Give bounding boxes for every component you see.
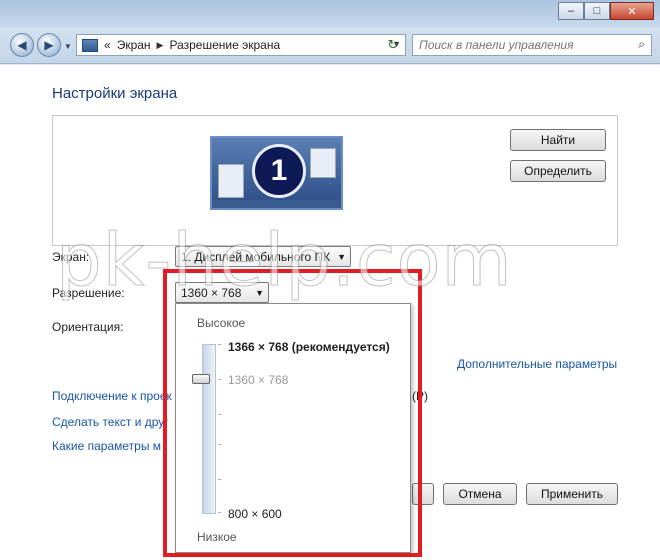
- display-preview: 1 Найти Определить: [52, 115, 618, 246]
- cancel-button[interactable]: Отмена: [443, 483, 517, 505]
- find-button[interactable]: Найти: [510, 129, 606, 151]
- display-settings-help-link[interactable]: Какие параметры м: [52, 439, 161, 453]
- window-thumbnail: [310, 148, 336, 178]
- window-thumbnail: [218, 164, 244, 198]
- display-select-value: 1. Дисплей мобильного ПК: [181, 249, 331, 264]
- search-input[interactable]: [413, 35, 623, 55]
- breadcrumb-item-resolution[interactable]: Разрешение экрана: [169, 38, 280, 52]
- close-button[interactable]: ✕: [610, 2, 654, 20]
- text-size-link[interactable]: Сделать текст и друг: [52, 415, 169, 429]
- search-icon[interactable]: ⌕: [638, 37, 645, 52]
- address-bar[interactable]: « Экран ▶ Разрешение экрана ▼: [76, 34, 406, 56]
- forward-button[interactable]: ▶: [37, 33, 61, 57]
- identify-button[interactable]: Определить: [510, 160, 606, 182]
- maximize-button[interactable]: □: [584, 2, 610, 20]
- page-title: Настройки экрана: [52, 85, 178, 102]
- connect-projector-link[interactable]: Подключение к проек: [52, 389, 172, 403]
- window-controls: – □ ✕: [558, 2, 654, 20]
- highlight-frame: [163, 269, 422, 557]
- advanced-settings-link[interactable]: Дополнительные параметры: [457, 357, 617, 371]
- back-button[interactable]: ◀: [10, 33, 34, 57]
- control-panel-icon: [82, 38, 98, 52]
- display-label: Экран:: [52, 250, 90, 264]
- breadcrumb-item-screen[interactable]: Экран: [117, 38, 151, 52]
- monitor-number: 1: [252, 144, 306, 198]
- minimize-button[interactable]: –: [558, 2, 584, 20]
- breadcrumb-separator: «: [104, 38, 111, 52]
- chevron-down-icon: ▼: [337, 252, 346, 262]
- display-select[interactable]: 1. Дисплей мобильного ПК ▼: [175, 246, 351, 267]
- search-box[interactable]: ⌕: [412, 34, 652, 56]
- history-dropdown-icon[interactable]: ▼: [64, 42, 72, 51]
- taskbar-strip: [212, 200, 341, 208]
- breadcrumb-arrow-icon[interactable]: ▶: [157, 40, 164, 51]
- title-bar: – □ ✕: [0, 0, 660, 28]
- refresh-icon[interactable]: ↻: [381, 34, 405, 56]
- navigation-bar: ◀ ▶ ▼ « Экран ▶ Разрешение экрана ▼ ↻ ⌕: [0, 28, 660, 64]
- orientation-label: Ориентация:: [52, 320, 124, 334]
- apply-button[interactable]: Применить: [526, 483, 618, 505]
- monitor-1-icon[interactable]: 1: [210, 136, 343, 210]
- resolution-label: Разрешение:: [52, 286, 125, 300]
